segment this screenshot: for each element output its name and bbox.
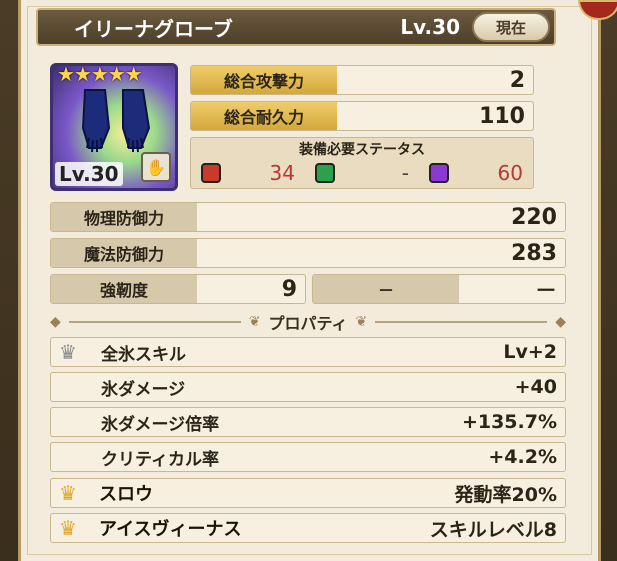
item-icon-card: ★★★★★ Lv.30 ✋ xyxy=(50,63,178,191)
silver-crown-icon: ♛ xyxy=(59,340,77,364)
item-level-badge: Lv.30 xyxy=(55,162,123,186)
total-attack-label: 総合攻撃力 xyxy=(191,66,337,94)
item-header: イリーナグローブ Lv.30 現在 xyxy=(36,8,556,46)
gold-crown-icon: ♛ xyxy=(59,481,77,505)
rarity-stars: ★★★★★ xyxy=(57,63,143,86)
toughness-value: 9 xyxy=(281,276,297,302)
req-dex: - xyxy=(305,161,419,185)
req-str: 34 xyxy=(191,161,305,185)
physical-defense-label: 物理防御力 xyxy=(51,203,197,231)
property-row[interactable]: 氷ダメージ倍率 +135.7% xyxy=(50,407,566,437)
property-label: 氷ダメージ xyxy=(101,379,186,400)
magic-defense-row: 魔法防御力 283 xyxy=(50,238,566,268)
properties-header: ◆ ❦ プロパティ ❦ ◆ xyxy=(50,312,567,333)
total-durability-label: 総合耐久力 xyxy=(191,102,337,130)
property-row[interactable]: 氷ダメージ +40 xyxy=(50,372,566,402)
gloves-icon xyxy=(81,89,151,153)
magic-icon xyxy=(429,163,449,183)
total-attack-row: 総合攻撃力 2 xyxy=(190,65,534,95)
property-value: +40 xyxy=(514,376,557,398)
empty-stat-row: － － xyxy=(312,274,566,304)
required-status-title: 装備必要ステータス xyxy=(299,142,425,158)
ornament-icon: ❦ xyxy=(248,314,261,330)
total-durability-value: 110 xyxy=(479,103,525,129)
toughness-label: 強靭度 xyxy=(51,275,197,303)
ornament-left-icon: ◆ xyxy=(50,314,61,330)
required-status-box: 装備必要ステータス 34 - 60 xyxy=(190,137,534,189)
ornament-icon: ❦ xyxy=(355,314,368,330)
empty-stat-label: － xyxy=(313,275,459,303)
property-row[interactable]: ♛ スロウ 発動率20% xyxy=(50,478,566,508)
ornament-right-icon: ◆ xyxy=(555,314,567,330)
property-value: +4.2% xyxy=(488,446,557,468)
item-name: イリーナグローブ xyxy=(74,16,233,41)
req-dex-value: - xyxy=(401,161,409,185)
total-durability-row: 総合耐久力 110 xyxy=(190,101,534,131)
property-row[interactable]: クリティカル率 +4.2% xyxy=(50,442,566,472)
current-button[interactable]: 現在 xyxy=(472,12,550,42)
divider xyxy=(68,321,241,323)
material-icon[interactable]: ✋ xyxy=(141,152,171,182)
gold-crown-icon: ♛ xyxy=(59,516,77,540)
property-label: 氷ダメージ倍率 xyxy=(101,414,220,435)
req-mag: 60 xyxy=(419,161,533,185)
property-label: 全氷スキル xyxy=(101,344,186,365)
physical-defense-row: 物理防御力 220 xyxy=(50,202,566,232)
property-label: アイスヴィーナス xyxy=(99,519,242,540)
physical-defense-value: 220 xyxy=(511,204,557,230)
magic-defense-value: 283 xyxy=(511,240,557,266)
strength-icon xyxy=(201,163,221,183)
item-level: Lv.30 xyxy=(400,15,460,39)
property-value: スキルレベル8 xyxy=(429,518,557,541)
property-value: +135.7% xyxy=(461,411,557,433)
property-value: 発動率20% xyxy=(454,483,557,506)
magic-defense-label: 魔法防御力 xyxy=(51,239,197,267)
dexterity-icon xyxy=(315,163,335,183)
req-mag-value: 60 xyxy=(497,161,523,185)
window-frame: イリーナグローブ Lv.30 現在 ★★★★★ Lv.30 ✋ 総合攻撃力 2 … xyxy=(0,0,617,561)
req-str-value: 34 xyxy=(269,161,295,185)
property-row[interactable]: ♛ 全氷スキル Lv+2 xyxy=(50,337,566,367)
total-attack-value: 2 xyxy=(509,67,525,93)
property-row[interactable]: ♛ アイスヴィーナス スキルレベル8 xyxy=(50,513,566,543)
properties-title: プロパティ xyxy=(268,314,348,333)
toughness-row: 強靭度 9 xyxy=(50,274,306,304)
property-value: Lv+2 xyxy=(503,341,557,363)
property-label: スロウ xyxy=(99,484,153,505)
empty-stat-value: － xyxy=(534,279,557,304)
divider xyxy=(375,321,548,323)
property-label: クリティカル率 xyxy=(101,449,219,470)
